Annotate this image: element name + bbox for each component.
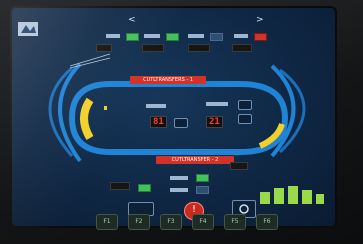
value-display — [230, 162, 248, 170]
guide-line — [69, 53, 111, 67]
value-display — [110, 182, 130, 190]
readout-unit-box — [174, 118, 188, 128]
transfer-bar-top: CUTLTRANSFERS - 1 — [130, 76, 206, 84]
function-key-f3[interactable]: F3 — [160, 214, 182, 230]
readout-right: 21 — [206, 116, 223, 128]
function-key-f6[interactable]: F6 — [256, 214, 278, 230]
track-marker — [104, 106, 107, 110]
level-bars — [260, 186, 324, 204]
hmi-screen: < > CUTLTRANSFERS - 1 CUTLTRANSFER - 2 8… — [10, 6, 337, 228]
adjust-up-button[interactable] — [238, 100, 252, 110]
adjust-down-button[interactable] — [238, 114, 252, 124]
status-label — [170, 188, 188, 192]
status-indicator-green — [138, 184, 151, 192]
status-label — [170, 176, 188, 180]
guide-line — [69, 57, 111, 69]
function-key-f1[interactable]: F1 — [96, 214, 118, 230]
track-segment-yellow-left — [80, 97, 94, 141]
function-key-f5[interactable]: F5 — [224, 214, 246, 230]
transfer-bar-bottom: CUTLTRANSFER - 2 — [156, 156, 234, 164]
status-indicator-green — [196, 174, 209, 182]
status-indicator-off — [196, 186, 209, 194]
readout-left: 81 — [150, 116, 167, 128]
readout-label-right — [206, 102, 228, 106]
function-key-f4[interactable]: F4 — [192, 214, 214, 230]
readout-label-left — [146, 104, 166, 108]
function-key-f2[interactable]: F2 — [128, 214, 150, 230]
